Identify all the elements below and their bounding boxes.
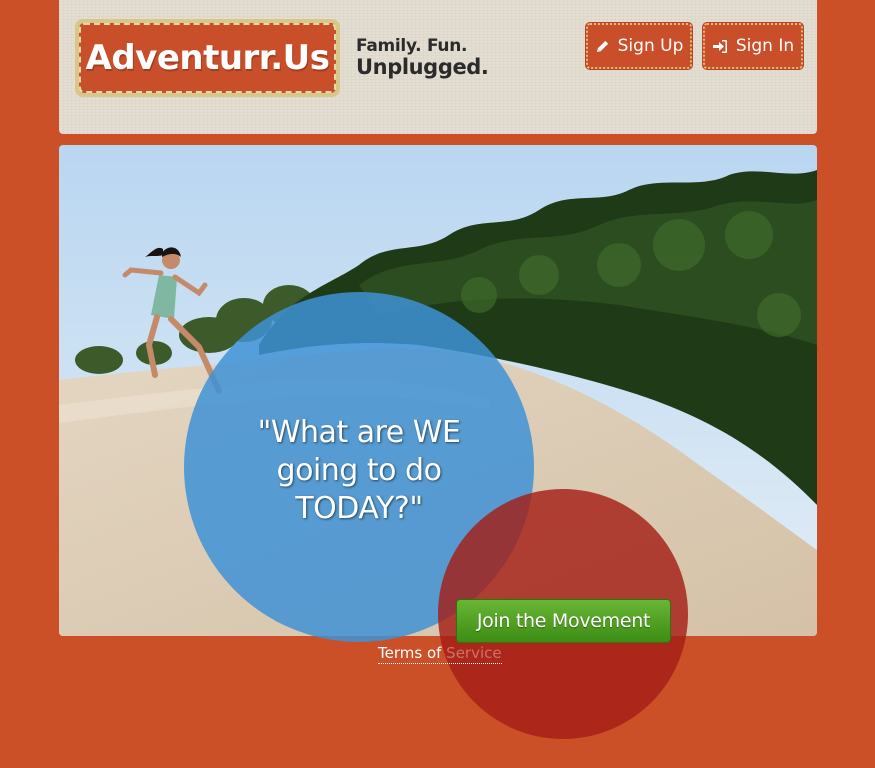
- terms-part2: Service: [446, 644, 502, 662]
- terms-of-service-link[interactable]: Terms of Service: [378, 643, 502, 664]
- logo-text: Adventurr.Us: [85, 38, 331, 78]
- header-panel: Adventurr.Us Family. Fun. Unplugged. Sig…: [59, 0, 817, 134]
- tagline-line1: Family. Fun.: [356, 36, 468, 56]
- page: Adventurr.Us Family. Fun. Unplugged. Sig…: [0, 0, 875, 768]
- sign-up-label: Sign Up: [617, 36, 684, 56]
- join-movement-button[interactable]: Join the Movement: [456, 599, 671, 643]
- hero-quote-line1: "What are WE: [257, 415, 461, 450]
- sign-up-button[interactable]: Sign Up: [586, 23, 692, 69]
- tagline: Family. Fun. Unplugged.: [356, 38, 489, 78]
- hero-quote: "What are WE going to do TODAY?": [214, 414, 504, 528]
- sign-in-icon: [712, 39, 728, 54]
- logo-badge: Adventurr.Us: [79, 23, 336, 93]
- sign-in-label: Sign In: [735, 36, 795, 56]
- terms-part1: Terms of: [378, 644, 447, 662]
- logo[interactable]: Adventurr.Us: [75, 19, 340, 97]
- hero-quote-line3: TODAY?": [295, 491, 423, 526]
- hero-quote-line2: going to do: [276, 453, 442, 488]
- sign-in-button[interactable]: Sign In: [703, 23, 803, 69]
- pencil-icon: [595, 39, 610, 54]
- tagline-line2: Unplugged.: [356, 55, 489, 79]
